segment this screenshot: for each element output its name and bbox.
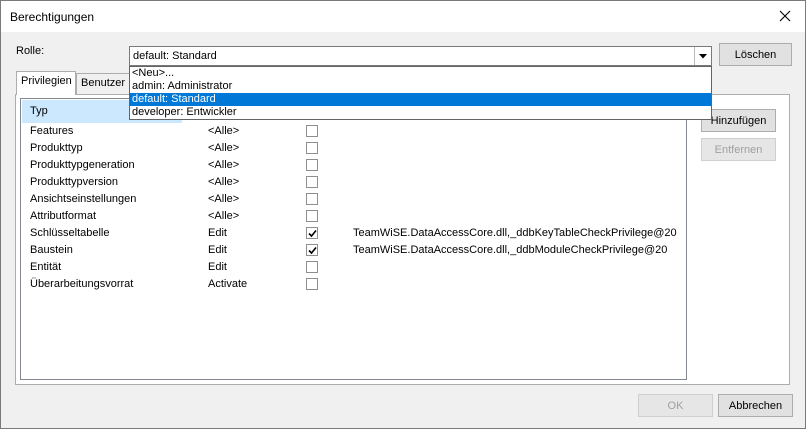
entfernen-button[interactable]: Entfernen	[701, 138, 776, 161]
privilege-check-function: TeamWiSE.DataAccessCore.dll,_ddbKeyTable…	[353, 227, 677, 239]
rolle-selected-value: default: Standard	[133, 50, 217, 62]
list-item[interactable]: Features <Alle>	[21, 123, 686, 140]
dropdown-option[interactable]: developer: Entwickler	[130, 106, 711, 119]
privilege-type: Entität	[30, 261, 62, 273]
dropdown-arrow-button[interactable]	[694, 47, 711, 65]
privilege-level: <Alle>	[208, 125, 240, 137]
close-icon	[779, 10, 791, 22]
abbrechen-button[interactable]: Abbrechen	[718, 394, 793, 417]
privilege-checkbox[interactable]	[306, 159, 318, 171]
close-button[interactable]	[767, 1, 803, 31]
privilege-checkbox[interactable]	[306, 176, 318, 188]
privilege-checkbox[interactable]	[306, 125, 318, 137]
privilege-checkbox[interactable]	[306, 278, 318, 290]
checkmark-icon	[307, 246, 317, 254]
dropdown-option[interactable]: admin: Administrator	[130, 80, 711, 93]
privilege-type: Produkttyp	[30, 142, 83, 154]
privilege-level: <Alle>	[208, 193, 240, 205]
privilege-type: Attributformat	[30, 210, 97, 222]
hinzufuegen-button[interactable]: Hinzufügen	[701, 109, 776, 132]
dropdown-option[interactable]: default: Standard	[130, 93, 711, 106]
rolle-combobox[interactable]: default: Standard	[129, 46, 712, 66]
privilege-type: Produkttypgeneration	[30, 159, 135, 171]
privilege-type: Überarbeitungsvorrat	[30, 278, 134, 290]
list-item[interactable]: Produkttypgeneration <Alle>	[21, 157, 686, 174]
window-title: Berechtigungen	[10, 10, 95, 24]
privilege-type: Schlüsseltabelle	[30, 227, 110, 239]
list-item[interactable]: Attributformat <Alle>	[21, 208, 686, 225]
privilege-type: Ansichtseinstellungen	[30, 193, 137, 205]
privilege-level: <Alle>	[208, 159, 240, 171]
rolle-dropdown-list: <Neu>... admin: Administrator default: Sta…	[129, 66, 712, 120]
privileges-list[interactable]: Typ Features <Alle> Produkttyp <Alle> Produk…	[20, 98, 687, 380]
privilege-type: Features	[30, 125, 74, 137]
privilege-checkbox[interactable]	[306, 227, 318, 239]
permissions-dialog: Berechtigungen Rolle: default: Standard …	[0, 0, 806, 429]
privilege-checkbox[interactable]	[306, 210, 318, 222]
privilege-level: Activate	[208, 278, 248, 290]
list-item[interactable]: Entität Edit	[21, 259, 686, 276]
column-header-label: Typ	[30, 105, 48, 117]
privilege-level: <Alle>	[208, 142, 240, 154]
privilege-level: Edit	[208, 261, 227, 273]
privilege-level: Edit	[208, 227, 227, 239]
privilege-checkbox[interactable]	[306, 244, 318, 256]
list-item[interactable]: Produkttyp <Alle>	[21, 140, 686, 157]
privilege-level: <Alle>	[208, 176, 240, 188]
loeschen-button[interactable]: Löschen	[719, 43, 792, 66]
ok-button[interactable]: OK	[638, 394, 713, 417]
checkmark-icon	[307, 229, 317, 237]
list-item[interactable]: Schlüsseltabelle Edit TeamWiSE.DataAccessC…	[21, 225, 686, 242]
privilege-type: Baustein	[30, 244, 73, 256]
privilege-checkbox[interactable]	[306, 193, 318, 205]
list-item[interactable]: Baustein Edit TeamWiSE.DataAccessCore.dll,…	[21, 242, 686, 259]
privilege-type: Produkttypversion	[30, 176, 119, 188]
tab-benutzer[interactable]: Benutzer	[76, 73, 131, 94]
list-item[interactable]: Überarbeitungsvorrat Activate	[21, 276, 686, 293]
list-item[interactable]: Produkttypversion <Alle>	[21, 174, 686, 191]
privilege-check-function: TeamWiSE.DataAccessCore.dll,_ddbModuleCh…	[353, 244, 668, 256]
rolle-label: Rolle:	[16, 45, 45, 57]
chevron-down-icon	[699, 53, 707, 58]
privilege-checkbox[interactable]	[306, 261, 318, 273]
privilege-level: <Alle>	[208, 210, 240, 222]
privilege-checkbox[interactable]	[306, 142, 318, 154]
privilege-level: Edit	[208, 244, 227, 256]
tab-privilegien[interactable]: Privilegien	[16, 71, 76, 95]
list-item[interactable]: Ansichtseinstellungen <Alle>	[21, 191, 686, 208]
title-bar: Berechtigungen	[1, 1, 805, 32]
dropdown-option[interactable]: <Neu>...	[130, 67, 711, 80]
